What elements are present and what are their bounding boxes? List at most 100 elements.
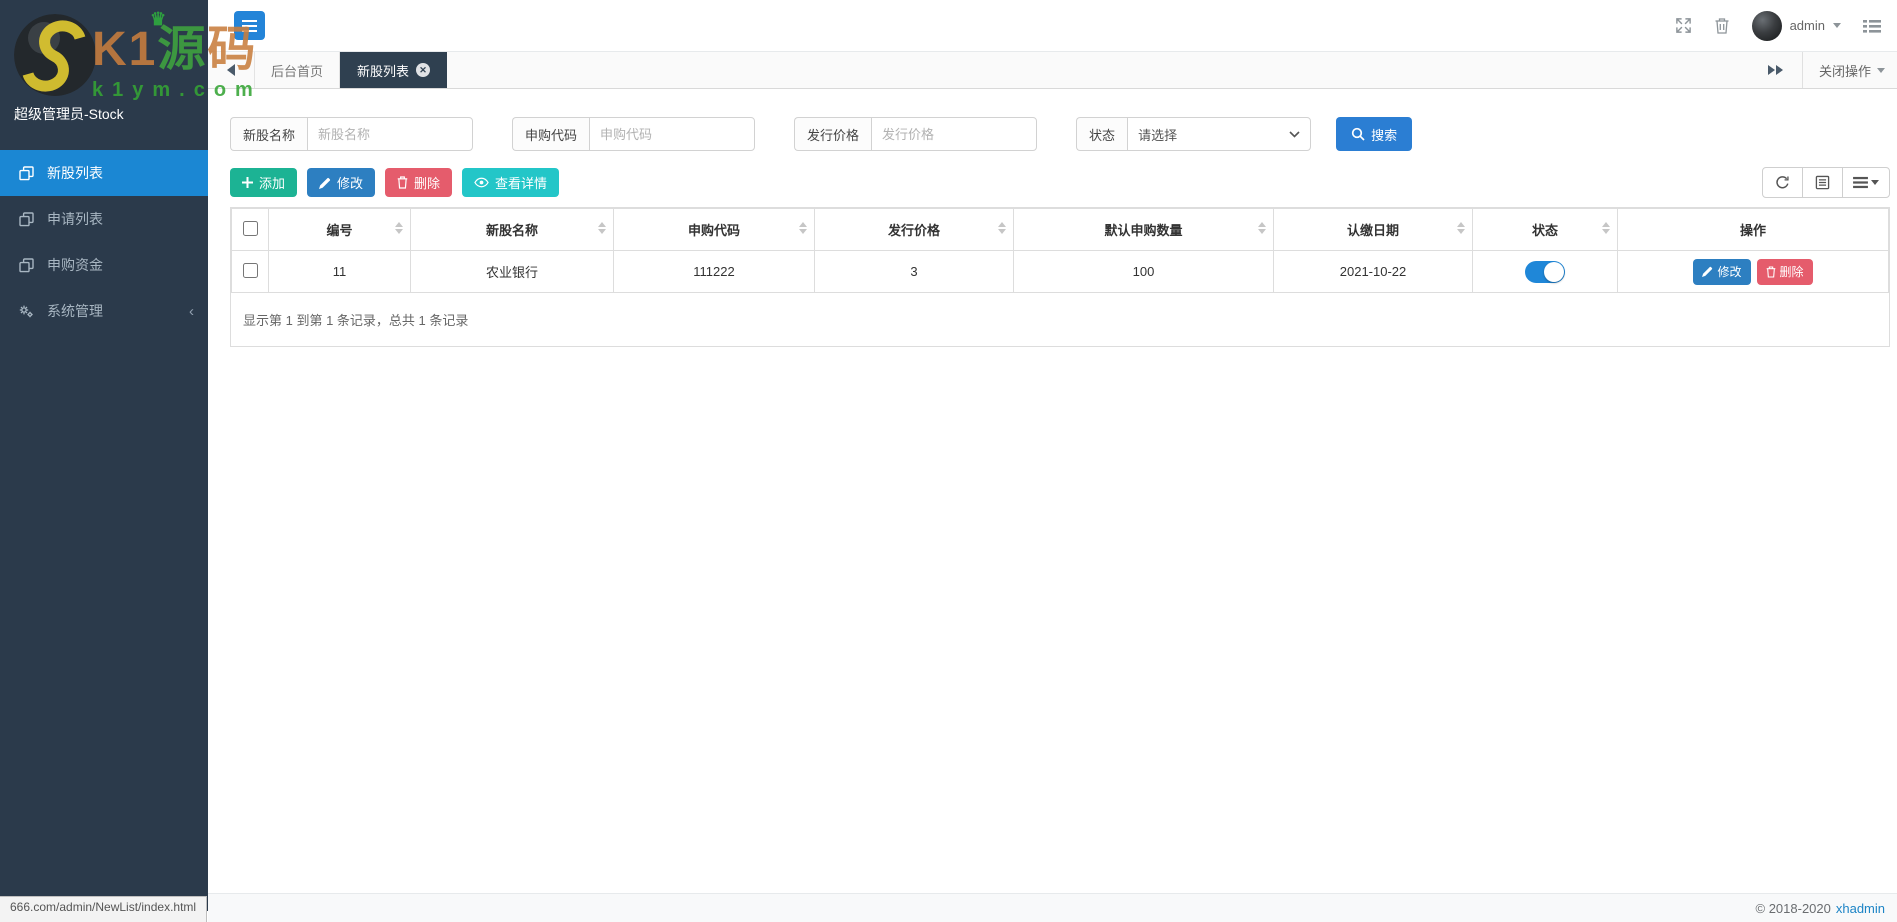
delete-button[interactable]: 删除	[385, 168, 453, 197]
view-detail-button-label: 查看详情	[495, 176, 548, 191]
data-table-container: 编号 新股名称 申购代码 发行价格 默认申购数量 认缴日期 状态 操作 11 农…	[230, 207, 1890, 347]
add-button-label: 添加	[259, 176, 286, 191]
sidebar-item-label: 申请列表	[47, 211, 103, 227]
tab-close-icon[interactable]: ✕	[416, 63, 431, 77]
sidebar-item-label: 系统管理	[47, 303, 103, 319]
right-panel-button[interactable]	[1863, 18, 1881, 34]
tab-new-stock-list[interactable]: 新股列表 ✕	[340, 52, 448, 88]
sort-icon	[1602, 221, 1610, 234]
column-header-price[interactable]: 发行价格	[814, 208, 1014, 251]
avatar[interactable]	[14, 14, 96, 96]
clone-icon	[18, 257, 34, 273]
table-mini-toolbar	[1762, 167, 1890, 198]
tab-label: 新股列表	[357, 63, 410, 79]
filter-label: 申购代码	[512, 117, 590, 151]
pencil-icon	[319, 177, 331, 189]
chevron-left-icon	[227, 64, 235, 76]
user-avatar	[1751, 10, 1782, 41]
cell-status	[1472, 250, 1618, 293]
toggle-view-button[interactable]	[1802, 167, 1843, 198]
close-operations-label: 关闭操作	[1818, 63, 1871, 79]
filter-group-stock-name: 新股名称	[230, 117, 474, 151]
status-toggle[interactable]	[1525, 260, 1565, 283]
row-delete-label: 删除	[1779, 265, 1804, 279]
view-detail-button[interactable]: 查看详情	[462, 168, 560, 197]
filter-group-status: 状态 请选择	[1076, 117, 1312, 151]
column-header-status[interactable]: 状态	[1472, 208, 1618, 251]
row-edit-label: 修改	[1717, 265, 1742, 279]
refresh-button[interactable]	[1762, 167, 1803, 198]
tabs-scroll-left-button[interactable]	[208, 52, 254, 88]
cell-operations: 修改 删除	[1617, 250, 1889, 293]
edit-button[interactable]: 修改	[307, 168, 376, 197]
stock-name-input[interactable]	[307, 117, 474, 151]
chevron-right-icon	[1776, 65, 1784, 75]
fullscreen-button[interactable]	[1675, 17, 1692, 34]
sidebar-menu: 新股列表 申请列表 申购资金 系统管理 ‹	[0, 150, 208, 334]
column-header-qty[interactable]: 默认申购数量	[1013, 208, 1274, 251]
cell-price: 3	[814, 250, 1014, 293]
user-menu[interactable]: admin	[1751, 10, 1841, 41]
table-row[interactable]: 11 农业银行 111222 3 100 2021-10-22 修改 删除	[231, 250, 1889, 293]
sort-icon	[1457, 221, 1465, 234]
pencil-icon	[1702, 266, 1713, 277]
clone-icon	[18, 211, 34, 227]
brand-link[interactable]: xhadmin	[1836, 901, 1885, 916]
column-header-code[interactable]: 申购代码	[613, 208, 815, 251]
navbar-right: admin	[1675, 10, 1881, 41]
sidebar-item-new-stock-list[interactable]: 新股列表	[0, 150, 208, 196]
sidebar: 超级管理员-Stock 新股列表 申请列表 申购资金 系统管理 ‹	[0, 0, 208, 911]
trash-icon	[397, 176, 408, 189]
pagination-summary: 显示第 1 到第 1 条记录，总共 1 条记录	[243, 313, 469, 328]
row-edit-button[interactable]: 修改	[1693, 258, 1751, 285]
close-operations-dropdown[interactable]: 关闭操作	[1801, 52, 1897, 88]
chevron-right-icon	[1768, 65, 1776, 75]
browser-status-bar: 666.com/admin/NewList/index.html	[0, 896, 208, 922]
sidebar-item-label: 申购资金	[47, 257, 103, 273]
top-navbar: admin	[208, 0, 1897, 52]
hamburger-icon	[242, 19, 257, 22]
search-button[interactable]: 搜索	[1336, 117, 1413, 151]
sort-icon	[998, 221, 1006, 234]
data-table: 编号 新股名称 申购代码 发行价格 默认申购数量 认缴日期 状态 操作 11 农…	[231, 208, 1889, 293]
tabstrip-right: 关闭操作	[1750, 52, 1897, 88]
tab-strip: 后台首页 新股列表 ✕ 关闭操作	[208, 52, 1897, 89]
column-header-name[interactable]: 新股名称	[410, 208, 614, 251]
eye-icon	[474, 177, 489, 188]
delete-button-label: 删除	[414, 176, 441, 191]
add-button[interactable]: 添加	[230, 168, 298, 197]
row-checkbox[interactable]	[242, 262, 258, 278]
cell-qty: 100	[1013, 250, 1274, 293]
column-header-id[interactable]: 编号	[268, 208, 411, 251]
tabs-scroll-right-button[interactable]	[1750, 52, 1802, 88]
chevron-left-icon: ‹	[189, 302, 194, 320]
clear-cache-button[interactable]	[1714, 17, 1730, 34]
username: admin	[1789, 18, 1825, 33]
sort-icon	[799, 221, 807, 234]
search-button-label: 搜索	[1371, 127, 1398, 143]
tab-label: 后台首页	[271, 63, 324, 79]
column-header-date[interactable]: 认缴日期	[1273, 208, 1473, 251]
hamburger-menu-button[interactable]	[234, 11, 265, 40]
profile-block: 超级管理员-Stock	[0, 0, 208, 134]
issue-price-input[interactable]	[871, 117, 1038, 151]
sidebar-item-apply-list[interactable]: 申请列表	[0, 196, 208, 242]
tab-dashboard[interactable]: 后台首页	[254, 52, 341, 88]
row-delete-button[interactable]: 删除	[1756, 258, 1813, 285]
sidebar-item-subscription-funds[interactable]: 申购资金	[0, 242, 208, 288]
filter-label: 状态	[1076, 117, 1128, 151]
gears-icon	[18, 303, 34, 319]
status-select[interactable]: 请选择	[1127, 117, 1312, 151]
subscribe-code-input[interactable]	[589, 117, 756, 151]
sidebar-item-label: 新股列表	[47, 165, 103, 181]
actions-row: 添加 修改 删除 查看详情	[230, 167, 1890, 198]
sidebar-item-system-management[interactable]: 系统管理 ‹	[0, 288, 208, 334]
columns-button[interactable]	[1842, 167, 1890, 198]
cell-date: 2021-10-22	[1273, 250, 1473, 293]
select-all-checkbox[interactable]	[242, 220, 258, 236]
avatar-image	[14, 14, 96, 96]
footer: © 2018-2020 xhadmin	[208, 893, 1897, 922]
sort-icon	[598, 221, 606, 234]
sort-icon	[1258, 221, 1266, 234]
search-icon	[1351, 127, 1365, 141]
